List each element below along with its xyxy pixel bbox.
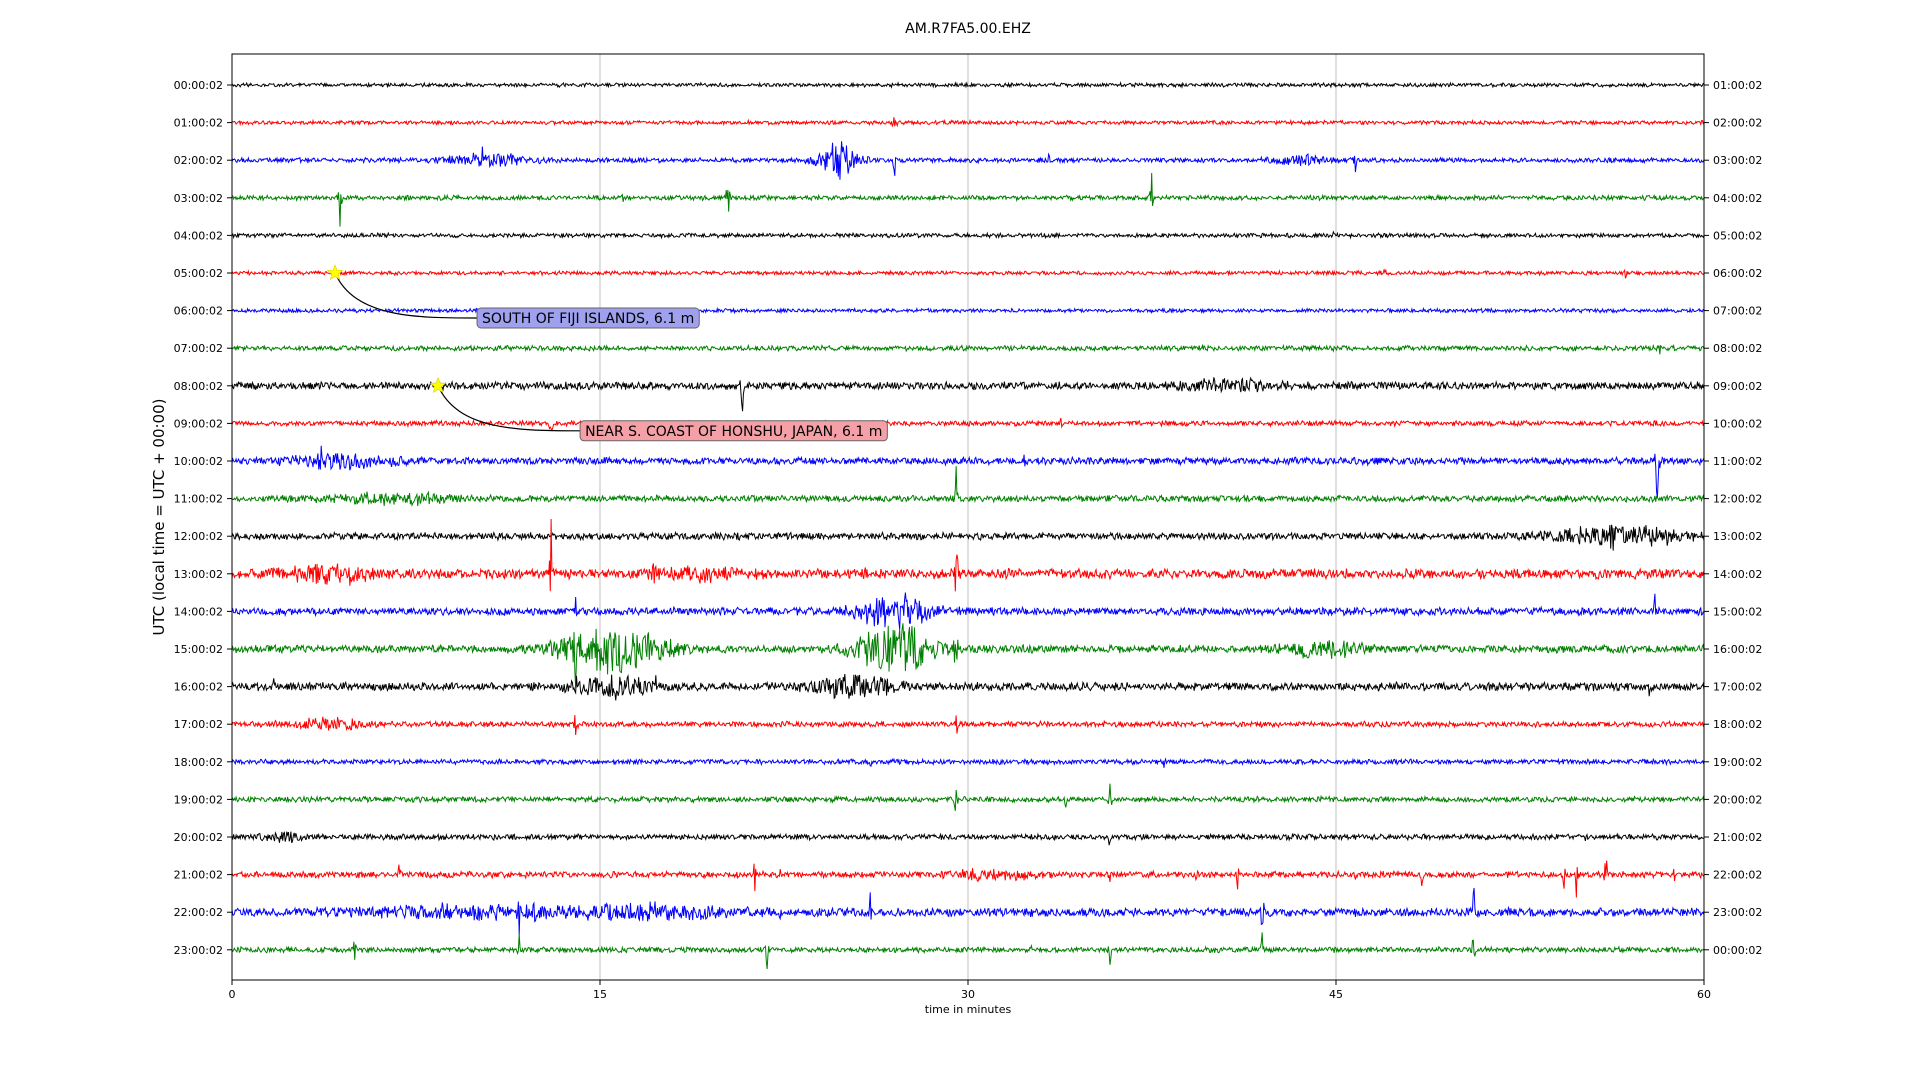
- y-tick-label-right: 21:00:02: [1713, 831, 1762, 844]
- event-label-text: SOUTH OF FIJI ISLANDS, 6.1 m: [482, 311, 694, 327]
- x-tick-label: 60: [1697, 988, 1711, 1001]
- right-tick-labels: 01:00:02 02:00:02 03:00:02 04:00:02 05:00:02…: [1704, 79, 1762, 957]
- y-axis-label: UTC (local time = UTC + 00:00): [150, 399, 168, 636]
- y-tick-label-right: 12:00:02: [1713, 493, 1762, 506]
- y-tick-label-left: 22:00:02: [174, 906, 223, 919]
- event-annotations: SOUTH OF FIJI ISLANDS, 6.1 m NEAR S. COAS…: [326, 264, 888, 442]
- y-tick-label-left: 02:00:02: [174, 154, 223, 167]
- y-tick-label-right: 10:00:02: [1713, 417, 1762, 430]
- y-tick-label-left: 18:00:02: [174, 756, 223, 769]
- y-tick-label-left: 15:00:02: [174, 643, 223, 656]
- y-tick-label-left: 10:00:02: [174, 455, 223, 468]
- y-tick-label-left: 16:00:02: [174, 681, 223, 694]
- y-tick-label-right: 04:00:02: [1713, 192, 1762, 205]
- y-tick-label-left: 06:00:02: [174, 305, 223, 318]
- y-tick-label-right: 00:00:02: [1713, 944, 1762, 957]
- y-tick-label-left: 20:00:02: [174, 831, 223, 844]
- y-tick-label-left: 11:00:02: [174, 493, 223, 506]
- event-label: SOUTH OF FIJI ISLANDS, 6.1 m: [476, 307, 700, 329]
- event-star-marker: [326, 264, 344, 281]
- x-tick-label: 30: [961, 988, 975, 1001]
- y-tick-label-right: 17:00:02: [1713, 681, 1762, 694]
- y-tick-label-right: 22:00:02: [1713, 869, 1762, 882]
- y-tick-label-left: 08:00:02: [174, 380, 223, 393]
- y-tick-label-right: 16:00:02: [1713, 643, 1762, 656]
- y-tick-label-right: 08:00:02: [1713, 342, 1762, 355]
- y-tick-label-right: 03:00:02: [1713, 154, 1762, 167]
- x-tick-label: 45: [1329, 988, 1343, 1001]
- event-label: NEAR S. COAST OF HONSHU, JAPAN, 6.1 m: [579, 420, 888, 442]
- y-tick-label-right: 18:00:02: [1713, 718, 1762, 731]
- y-tick-label-left: 19:00:02: [174, 793, 223, 806]
- chart-title: AM.R7FA5.00.EHZ: [905, 21, 1031, 37]
- left-tick-labels: 00:00:02 01:00:02 02:00:02 03:00:02 04:00:02…: [174, 79, 232, 957]
- y-tick-label-right: 15:00:02: [1713, 605, 1762, 618]
- y-tick-label-right: 20:00:02: [1713, 793, 1762, 806]
- y-tick-label-left: 21:00:02: [174, 869, 223, 882]
- seismogram-chart: AM.R7FA5.00.EHZ 00:00:02 01:00:02 02:00:02…: [150, 21, 1762, 1016]
- x-tick-label: 15: [593, 988, 607, 1001]
- x-tick-labels: 0 15 30 45 60: [229, 980, 1711, 1001]
- y-tick-label-right: 07:00:02: [1713, 305, 1762, 318]
- y-tick-label-right: 13:00:02: [1713, 530, 1762, 543]
- x-axis-label: time in minutes: [925, 1003, 1012, 1016]
- y-tick-label-left: 05:00:02: [174, 267, 223, 280]
- y-tick-label-right: 23:00:02: [1713, 906, 1762, 919]
- y-tick-label-right: 11:00:02: [1713, 455, 1762, 468]
- y-tick-label-left: 17:00:02: [174, 718, 223, 731]
- x-tick-label: 0: [229, 988, 236, 1001]
- event-label-text: NEAR S. COAST OF HONSHU, JAPAN, 6.1 m: [585, 424, 882, 440]
- y-tick-label-left: 13:00:02: [174, 568, 223, 581]
- y-tick-label-left: 12:00:02: [174, 530, 223, 543]
- y-tick-label-left: 04:00:02: [174, 229, 223, 242]
- y-tick-label-right: 02:00:02: [1713, 117, 1762, 130]
- y-tick-label-left: 09:00:02: [174, 417, 223, 430]
- y-tick-label-right: 06:00:02: [1713, 267, 1762, 280]
- y-tick-label-left: 01:00:02: [174, 117, 223, 130]
- y-tick-label-right: 14:00:02: [1713, 568, 1762, 581]
- y-tick-label-left: 23:00:02: [174, 944, 223, 957]
- gridlines: [599, 54, 1337, 980]
- y-tick-label-left: 00:00:02: [174, 79, 223, 92]
- y-tick-label-right: 19:00:02: [1713, 756, 1762, 769]
- y-tick-label-left: 07:00:02: [174, 342, 223, 355]
- y-tick-label-left: 14:00:02: [174, 605, 223, 618]
- y-tick-label-left: 03:00:02: [174, 192, 223, 205]
- y-tick-label-right: 09:00:02: [1713, 380, 1762, 393]
- y-tick-label-right: 01:00:02: [1713, 79, 1762, 92]
- y-tick-label-right: 05:00:02: [1713, 229, 1762, 242]
